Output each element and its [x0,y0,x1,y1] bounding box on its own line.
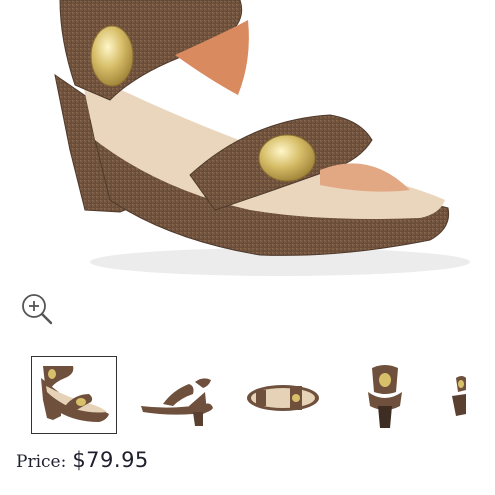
thumbnail-back[interactable] [342,356,428,434]
price-label: Price: [16,452,67,472]
thumbnail-strip [0,352,495,438]
price-value: $79.95 [72,448,149,472]
thumbnail-side[interactable] [133,356,219,434]
price-row: Price: $79.95 [16,448,149,478]
product-main-image[interactable] [0,0,495,290]
zoom-in-icon[interactable] [18,290,56,328]
thumbnail-partial[interactable] [448,356,495,434]
thumbnail-front-angle[interactable] [31,356,117,434]
thumbnail-top[interactable] [240,356,326,434]
